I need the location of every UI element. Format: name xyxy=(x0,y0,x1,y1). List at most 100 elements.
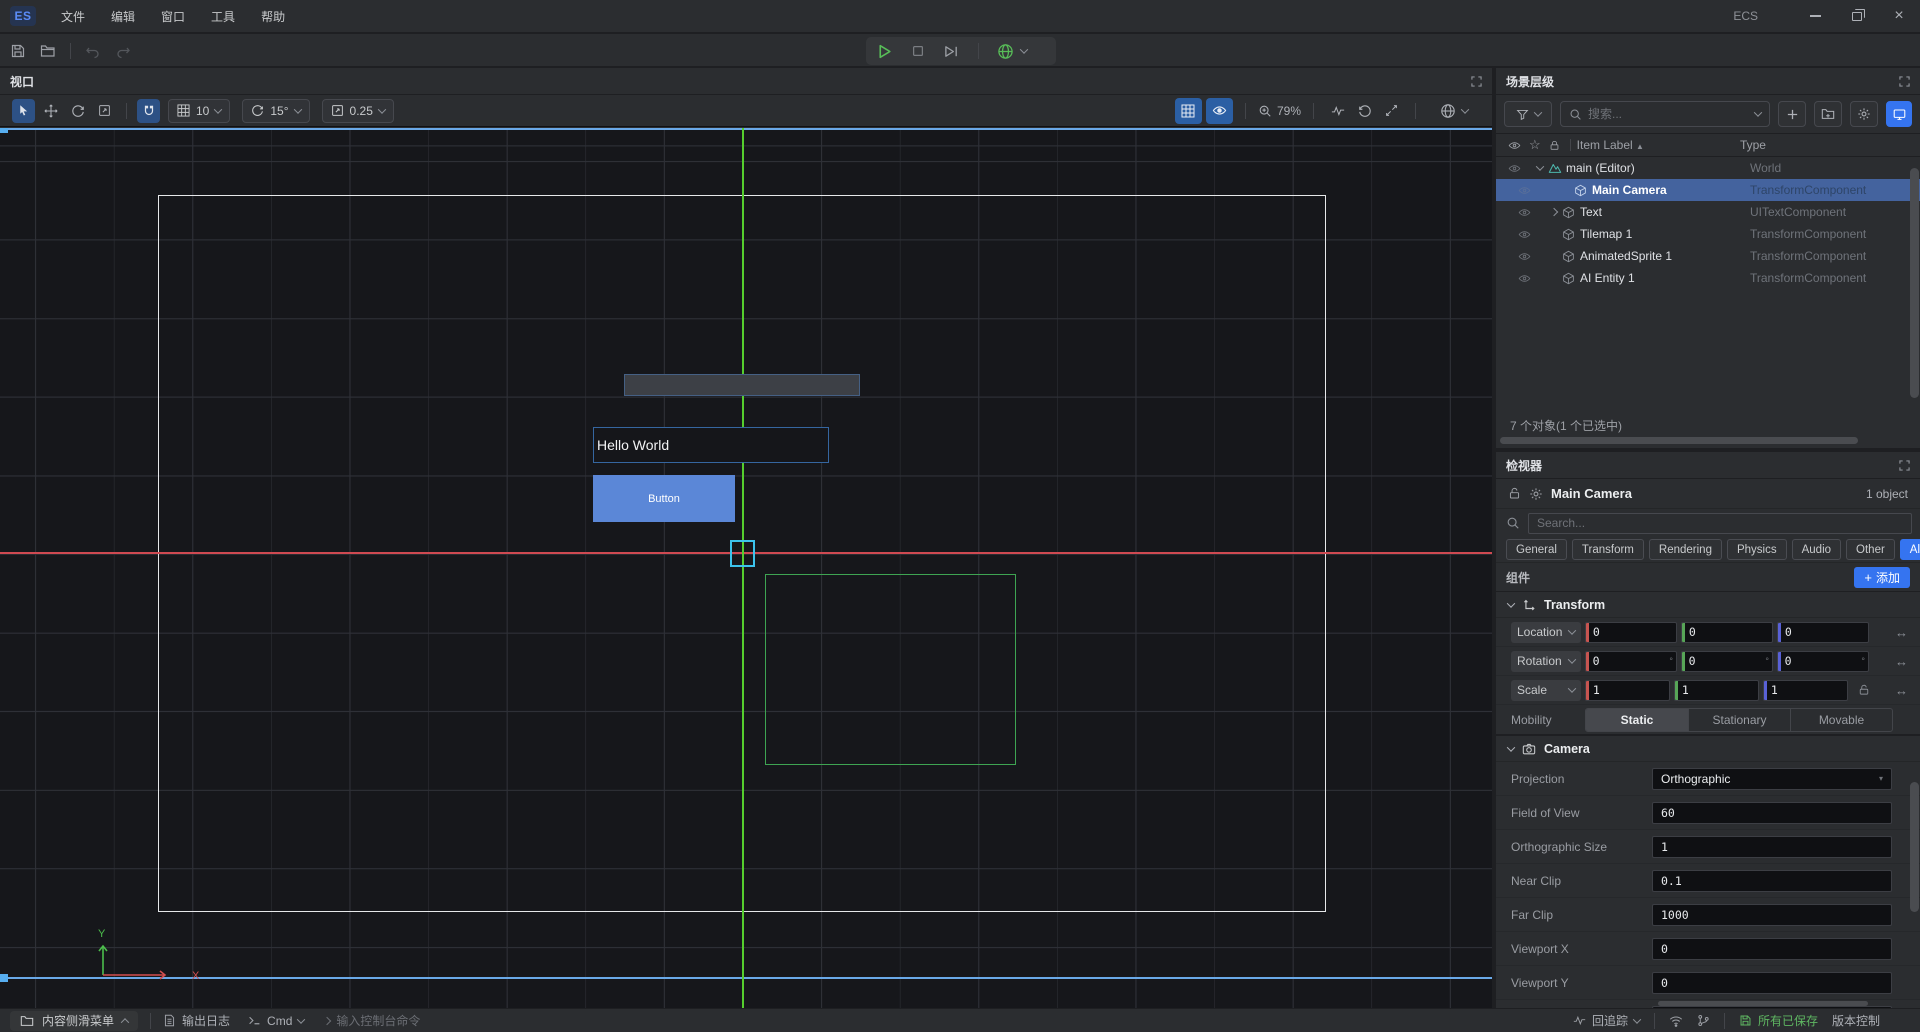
output-log-button[interactable]: 输出日志 xyxy=(163,1012,230,1029)
scene-canvas[interactable]: Hello World Button Y X xyxy=(0,128,1492,1008)
rotation-dropdown[interactable]: Rotation xyxy=(1511,651,1581,672)
stop-button[interactable] xyxy=(911,44,925,58)
stats-pulse-button[interactable] xyxy=(1326,99,1349,123)
zoom-control[interactable]: 79% xyxy=(1258,104,1301,118)
scale-y-field[interactable] xyxy=(1674,680,1759,701)
location-dropdown[interactable]: Location xyxy=(1511,622,1581,643)
transform-section-header[interactable]: Transform xyxy=(1496,591,1920,618)
view-mode-monitor-button[interactable] xyxy=(1886,101,1912,127)
scale-x-field[interactable] xyxy=(1585,680,1670,701)
tab-all[interactable]: All xyxy=(1900,539,1920,560)
launch-target-globe-icon[interactable] xyxy=(997,43,1027,60)
scale-tool-button[interactable] xyxy=(93,99,116,123)
collapse-chevron[interactable] xyxy=(1536,162,1544,170)
hierarchy-row-ai-entity[interactable]: AI Entity 1 TransformComponent xyxy=(1496,267,1920,289)
snap-magnet-button[interactable] xyxy=(137,99,160,123)
visibility-eye-icon[interactable] xyxy=(1518,250,1534,263)
inspector-search-input[interactable] xyxy=(1537,516,1903,530)
launch-target-chevron[interactable] xyxy=(1020,45,1028,53)
scene-green-rect-object[interactable] xyxy=(765,574,1016,765)
hierarchy-search[interactable] xyxy=(1560,101,1770,127)
menu-window[interactable]: 窗口 xyxy=(148,0,198,33)
orthographic-size-input[interactable] xyxy=(1652,836,1892,858)
tab-general[interactable]: General xyxy=(1506,539,1567,560)
visibility-eye-icon[interactable] xyxy=(1508,162,1524,175)
mobility-movable[interactable]: Movable xyxy=(1790,709,1892,731)
close-button[interactable]: × xyxy=(1878,0,1920,33)
inspector-vertical-scrollbar[interactable] xyxy=(1910,782,1919,912)
uniform-scale-lock-icon[interactable] xyxy=(1858,684,1870,696)
camera-selection-box[interactable] xyxy=(730,540,755,567)
location-y-field[interactable] xyxy=(1681,622,1773,643)
minimize-button[interactable] xyxy=(1794,0,1836,33)
network-wifi-icon[interactable] xyxy=(1669,1014,1683,1028)
play-button[interactable] xyxy=(876,43,893,60)
viewport-expand-icon[interactable] xyxy=(1471,76,1482,87)
cmd-dropdown[interactable]: Cmd xyxy=(248,1014,304,1028)
visibility-eye-icon[interactable] xyxy=(1518,184,1534,197)
menu-edit[interactable]: 编辑 xyxy=(98,0,148,33)
camera-bounds-handle-top[interactable] xyxy=(0,128,8,133)
scale-snap-dropdown[interactable]: 0.25 xyxy=(322,99,394,123)
menu-help[interactable]: 帮助 xyxy=(248,0,298,33)
scene-button-object[interactable]: Button xyxy=(593,475,735,522)
console-command-input[interactable]: 输入控制台命令 xyxy=(324,1012,420,1029)
column-visibility-icon[interactable] xyxy=(1508,139,1521,152)
column-item-label[interactable]: Item Label ▲ xyxy=(1577,138,1644,152)
hierarchy-settings-button[interactable] xyxy=(1850,101,1878,127)
content-drawer-button[interactable]: 内容侧滑菜单 xyxy=(10,1011,138,1031)
viewport-globe-dropdown[interactable] xyxy=(1432,99,1476,123)
hierarchy-vertical-scrollbar[interactable] xyxy=(1910,168,1919,398)
grid-toggle-button[interactable] xyxy=(1175,98,1202,124)
viewport-x-input[interactable] xyxy=(1652,938,1892,960)
column-lock-icon[interactable] xyxy=(1549,140,1560,151)
redo-icon[interactable] xyxy=(115,43,131,59)
rotate-snap-dropdown[interactable]: 15° xyxy=(242,99,309,123)
column-type-label[interactable]: Type xyxy=(1740,138,1766,152)
camera-bounds-handle-bottom[interactable] xyxy=(0,974,8,982)
new-folder-button[interactable] xyxy=(1814,101,1842,127)
rotate-tool-button[interactable] xyxy=(66,99,89,123)
scale-z-field[interactable] xyxy=(1763,680,1848,701)
scene-text-object[interactable]: Hello World xyxy=(593,427,829,463)
camera-section-header[interactable]: Camera xyxy=(1496,735,1920,762)
backtrace-dropdown[interactable]: 回追踪 xyxy=(1573,1012,1640,1029)
inspector-search-field[interactable] xyxy=(1528,513,1912,534)
visibility-toggle-button[interactable] xyxy=(1206,98,1233,124)
far-clip-input[interactable] xyxy=(1652,904,1892,926)
fullscreen-button[interactable] xyxy=(1380,99,1403,123)
near-clip-input[interactable] xyxy=(1652,870,1892,892)
link-axes-icon[interactable]: ↔ xyxy=(1895,683,1908,698)
add-component-button[interactable]: + 添加 xyxy=(1854,567,1910,588)
projection-select[interactable]: Orthographic▾ xyxy=(1652,768,1892,790)
link-axes-icon[interactable]: ↔ xyxy=(1895,654,1908,669)
column-favorite-icon[interactable]: ☆ xyxy=(1529,137,1541,153)
tab-rendering[interactable]: Rendering xyxy=(1649,539,1722,560)
hierarchy-row-world[interactable]: main (Editor) World xyxy=(1496,157,1920,179)
move-tool-button[interactable] xyxy=(39,99,62,123)
hierarchy-row-animatedsprite[interactable]: AnimatedSprite 1 TransformComponent xyxy=(1496,245,1920,267)
open-folder-icon[interactable] xyxy=(40,43,56,59)
branch-icon[interactable] xyxy=(1697,1014,1710,1027)
step-button[interactable] xyxy=(943,44,960,59)
location-x-field[interactable] xyxy=(1585,622,1677,643)
save-icon[interactable] xyxy=(10,43,26,59)
rotation-x-field[interactable]: ° xyxy=(1585,651,1677,672)
mobility-static[interactable]: Static xyxy=(1586,709,1688,731)
scene-panel-object[interactable] xyxy=(624,374,860,396)
hierarchy-row-text[interactable]: Text UITextComponent xyxy=(1496,201,1920,223)
rotation-y-field[interactable]: ° xyxy=(1681,651,1773,672)
restore-button[interactable] xyxy=(1836,0,1878,33)
hierarchy-expand-icon[interactable] xyxy=(1899,76,1910,87)
inspector-horizontal-scrollbar[interactable] xyxy=(1658,1001,1868,1006)
visibility-eye-icon[interactable] xyxy=(1518,272,1534,285)
undo-icon[interactable] xyxy=(85,43,101,59)
viewport-y-input[interactable] xyxy=(1652,972,1892,994)
hierarchy-row-main-camera[interactable]: Main Camera TransformComponent xyxy=(1496,179,1920,201)
tab-audio[interactable]: Audio xyxy=(1792,539,1841,560)
link-axes-icon[interactable]: ↔ xyxy=(1895,625,1908,640)
visibility-eye-icon[interactable] xyxy=(1518,228,1534,241)
tab-other[interactable]: Other xyxy=(1846,539,1895,560)
hierarchy-search-input[interactable] xyxy=(1588,107,1749,121)
all-saved-status[interactable]: 所有已保存 xyxy=(1739,1012,1818,1029)
